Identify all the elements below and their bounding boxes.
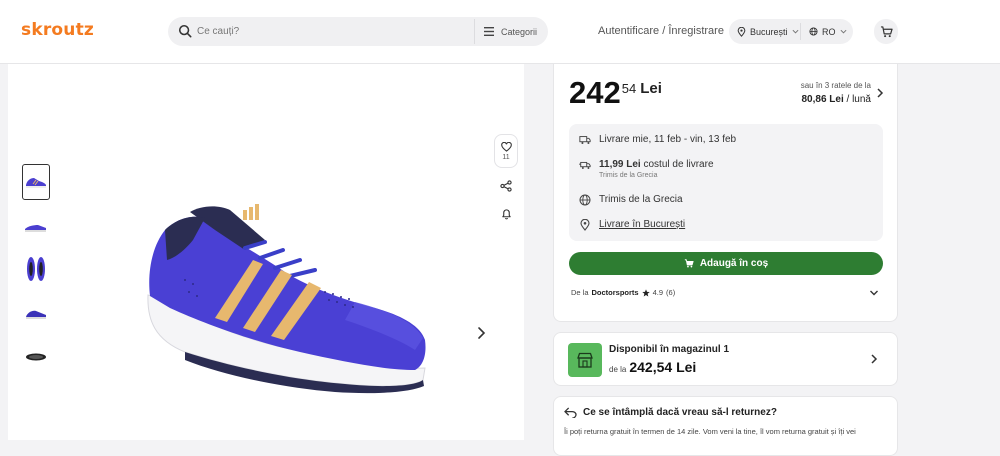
product-image [147, 204, 426, 394]
seller-rating: 4.9 [652, 288, 664, 297]
chevron-down-icon [792, 29, 799, 34]
chevron-down-icon[interactable] [869, 288, 879, 298]
language-label: RO [822, 26, 836, 37]
thumbnail-4[interactable] [22, 296, 50, 332]
thumbnail-5[interactable] [22, 339, 50, 375]
purchase-card: 242 54 Lei sau în 3 ratele de la 80,86 L… [553, 64, 898, 322]
delivery-cost-row: 11,99 Lei costul de livrare Trimis de la… [579, 159, 714, 179]
delivery-cost-suffix: costul de livrare [643, 159, 714, 170]
chevron-right-icon [871, 354, 878, 364]
delivery-date: Livrare mie, 11 feb - vin, 13 feb [599, 134, 737, 145]
search-input[interactable] [197, 17, 467, 46]
store-availability-card[interactable]: Disponibil în magazinul 1 de la 242,54 L… [553, 332, 898, 386]
truck-icon [579, 136, 591, 145]
price-currency: Lei [640, 80, 662, 97]
site-header: skroutz Categorii Autentificare / Înregi… [0, 0, 1000, 64]
shoe-thumbnail-icon [26, 310, 46, 319]
favorites-count: 11 [502, 153, 510, 161]
seller-info[interactable]: De la Doctorsports 4.9 (6) [571, 288, 675, 297]
shoe-sole-thumbnail-icon [26, 353, 46, 361]
login-link[interactable]: Autentificare / Înregistrare [598, 25, 724, 37]
city-selector[interactable]: București [737, 19, 799, 44]
shipped-from-row: Trimis de la Grecia [579, 194, 683, 206]
delivery-info: Livrare mie, 11 feb - vin, 13 feb 11,99 … [569, 124, 883, 241]
returns-title-row: Ce se întâmplă dacă vreau să-l returnez? [564, 407, 777, 418]
chevron-right-icon[interactable] [875, 88, 885, 98]
store-price: 242,54 Lei [629, 359, 697, 375]
delivery-cost: 11,99 Lei [599, 159, 641, 170]
cart-button[interactable] [874, 19, 898, 44]
installments-label: sau în 3 ratele de la [800, 81, 871, 90]
thumbnail-2[interactable] [22, 209, 50, 245]
returns-card: Ce se întâmplă dacă vreau să-l returnez?… [553, 396, 898, 456]
price-alert-button[interactable] [494, 202, 518, 226]
chevron-down-icon [840, 29, 846, 34]
price-integer: 242 [569, 75, 621, 110]
globe-icon [809, 27, 818, 36]
seller-name: Doctorsports [591, 288, 639, 297]
seller-reviews: (6) [666, 288, 676, 297]
store-price-line: de la 242,54 Lei [609, 359, 696, 375]
cart-icon [684, 259, 694, 268]
skroutz-logo[interactable]: skroutz [21, 20, 94, 40]
shoe-thumbnail-icon [26, 178, 46, 188]
shoe-thumbnail-icon [25, 225, 46, 232]
star-icon [641, 288, 650, 296]
search-icon [178, 24, 192, 38]
bell-icon [501, 209, 511, 220]
city-label: București [750, 26, 788, 37]
add-to-cart-button[interactable]: Adaugă în coș [569, 252, 883, 275]
menu-icon [484, 27, 494, 36]
search-bar[interactable]: Categorii [168, 17, 548, 46]
store-price-prefix: de la [609, 365, 627, 374]
returns-text: Îi poți returna gratuit în termen de 14 … [564, 427, 856, 436]
shipped-from: Trimis de la Grecia [599, 194, 683, 205]
store-title: Disponibil în magazinul 1 [609, 344, 730, 355]
seller-prefix: De la [571, 288, 589, 297]
add-to-cart-label: Adaugă în coș [699, 258, 769, 269]
returns-title: Ce se întâmplă dacă vreau să-l returnez? [583, 407, 777, 418]
shipping-cost-icon [579, 161, 591, 169]
thumbnail-1[interactable] [22, 164, 50, 200]
delivery-cost-origin: Trimis de la Grecia [599, 172, 658, 179]
location-pin-icon [737, 26, 746, 37]
installment-amount: 80,86 Lei [801, 94, 844, 105]
installments-link[interactable]: sau în 3 ratele de la 80,86 Lei / lună [801, 81, 871, 105]
heart-icon [500, 141, 512, 152]
store-icon [568, 343, 602, 377]
product-price: 242 54 Lei [569, 77, 662, 109]
next-image-arrow[interactable] [474, 326, 488, 340]
language-selector[interactable]: RO [809, 19, 847, 44]
price-decimals: 54 [621, 81, 637, 96]
share-button[interactable] [494, 174, 518, 198]
return-arrow-icon [564, 407, 577, 418]
favorite-button[interactable]: 11 [494, 134, 518, 168]
search-divider [474, 19, 475, 44]
delivery-city-link[interactable]: Livrare în București [599, 219, 685, 230]
shoe-thumbnail-icon [27, 257, 45, 281]
categories-label: Categorii [501, 26, 538, 37]
categories-button[interactable]: Categorii [484, 17, 537, 46]
pill-divider [800, 23, 801, 40]
installment-period: / lună [846, 94, 871, 105]
location-pin-icon [580, 219, 590, 231]
delivery-cost-text: 11,99 Lei costul de livrare Trimis de la… [599, 159, 714, 179]
share-icon [500, 180, 512, 192]
location-language-selector: București RO [729, 19, 853, 44]
thumbnail-3[interactable] [22, 251, 50, 287]
installments-amount-line: 80,86 Lei / lună [801, 94, 871, 105]
delivery-city-row: Livrare în București [579, 219, 685, 231]
delivery-date-row: Livrare mie, 11 feb - vin, 13 feb [579, 134, 736, 146]
globe-icon [579, 194, 591, 206]
cart-icon [880, 25, 893, 37]
